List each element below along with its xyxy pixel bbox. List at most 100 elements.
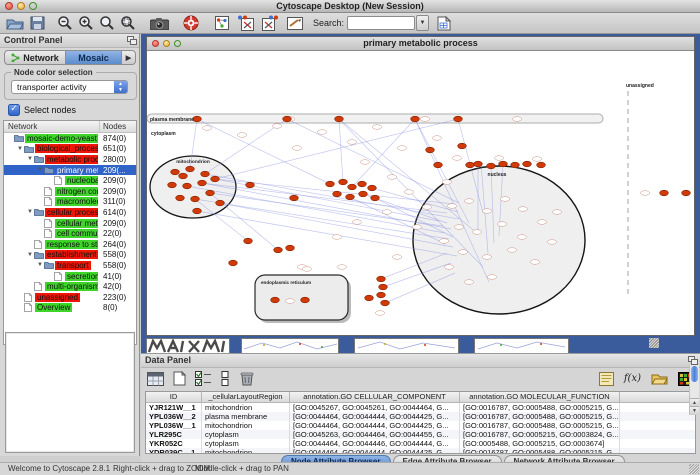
- network-node[interactable]: [365, 295, 374, 301]
- gene-label-node[interactable]: [530, 260, 539, 265]
- network-node[interactable]: [193, 116, 202, 122]
- float-panel-icon[interactable]: [688, 356, 697, 365]
- gene-label-node[interactable]: [507, 248, 516, 253]
- search-dropdown-icon[interactable]: ▼: [416, 15, 429, 31]
- frame-minimize-button[interactable]: [163, 40, 170, 47]
- network-node[interactable]: [274, 247, 283, 253]
- network-node[interactable]: [511, 162, 520, 168]
- search-input[interactable]: [347, 16, 415, 30]
- tree-row-multi-organism-pro[interactable]: multi-organism pro42(0): [4, 281, 136, 292]
- delete-attribute-icon[interactable]: [240, 370, 254, 388]
- zoom-in-icon[interactable]: [78, 14, 94, 32]
- tree-row-transport[interactable]: ▼transport558(0): [4, 260, 136, 271]
- gene-label-node[interactable]: [458, 250, 467, 255]
- network-node[interactable]: [326, 181, 335, 187]
- network-node[interactable]: [411, 116, 420, 122]
- gene-label-node[interactable]: [202, 126, 211, 131]
- gene-label-node[interactable]: [442, 180, 451, 185]
- network-node[interactable]: [286, 245, 295, 251]
- gene-label-node[interactable]: [375, 311, 384, 316]
- tree-row-nucleobase[interactable]: nucleobase-209(0): [4, 175, 136, 186]
- network-node[interactable]: [191, 196, 200, 202]
- expander-icon[interactable]: ▼: [16, 146, 24, 152]
- network-node[interactable]: [358, 181, 367, 187]
- close-button[interactable]: [5, 2, 13, 10]
- network-node[interactable]: [183, 183, 192, 189]
- table-row[interactable]: YPL036W__1mitochondrion[GO:0044464, GO:0…: [146, 421, 695, 430]
- zoom-fit-icon[interactable]: [120, 14, 136, 32]
- tree-row-macromolecule[interactable]: macromolecule311(0): [4, 197, 136, 208]
- save-icon[interactable]: [30, 14, 45, 32]
- gene-label-node[interactable]: [420, 117, 429, 122]
- network-node[interactable]: [523, 161, 532, 167]
- network-node[interactable]: [474, 161, 483, 167]
- column-header[interactable]: ID: [146, 392, 202, 402]
- gene-label-node[interactable]: [497, 222, 506, 227]
- tree-row-cellular-process[interactable]: ▼cellular process614(0): [4, 207, 136, 218]
- network-node[interactable]: [171, 169, 180, 175]
- gene-label-node[interactable]: [337, 265, 346, 270]
- gene-label-node[interactable]: [422, 205, 431, 210]
- vizmapper-icon[interactable]: [287, 14, 303, 32]
- scrollbar-thumb[interactable]: [691, 366, 698, 382]
- network-node[interactable]: [368, 185, 377, 191]
- gene-label-node[interactable]: [292, 146, 301, 151]
- network-node[interactable]: [333, 191, 342, 197]
- network-window-titlebar[interactable]: primary metabolic process: [147, 37, 694, 51]
- network-node[interactable]: [434, 162, 443, 168]
- window-resize-grip[interactable]: [689, 464, 699, 474]
- network-node[interactable]: [290, 195, 299, 201]
- annotation-transfer-left-icon[interactable]: [237, 14, 254, 32]
- attribute-editor-icon[interactable]: [599, 370, 614, 388]
- table-scrollbar[interactable]: ▲ ▼: [689, 365, 699, 415]
- background-window-sliver[interactable]: [474, 338, 569, 353]
- table-row[interactable]: YLR295Ccytoplasm[GO:0045263, GO:0044464,…: [146, 430, 695, 439]
- tree-row-response-to-stimul[interactable]: response to stimul264(0): [4, 239, 136, 250]
- float-panel-icon[interactable]: [127, 36, 136, 45]
- select-nodes-checkbox[interactable]: ✓: [8, 104, 20, 116]
- network-node[interactable]: [301, 297, 310, 303]
- attribute-matrix-icon[interactable]: [147, 370, 164, 388]
- tree-row-secretion[interactable]: secretion41(0): [4, 271, 136, 282]
- network-node[interactable]: [348, 184, 357, 190]
- gene-label-node[interactable]: [332, 235, 341, 240]
- network-node[interactable]: [176, 195, 185, 201]
- network-node[interactable]: [660, 190, 669, 196]
- gene-label-node[interactable]: [447, 204, 456, 209]
- tab-network[interactable]: Network: [4, 50, 66, 65]
- tree-row-establishment-of-lo[interactable]: ▼establishment of lo558(0): [4, 250, 136, 261]
- gene-label-node[interactable]: [302, 267, 311, 272]
- birdseye-view[interactable]: [5, 332, 135, 453]
- gene-label-node[interactable]: [432, 136, 441, 141]
- gene-label-node[interactable]: [387, 175, 396, 180]
- column-header[interactable]: _cellularLayoutRegion: [202, 392, 290, 402]
- snapshot-icon[interactable]: [150, 14, 169, 32]
- gene-label-node[interactable]: [494, 156, 503, 161]
- gene-label-node[interactable]: [372, 125, 381, 130]
- network-node[interactable]: [377, 292, 386, 298]
- gene-label-node[interactable]: [360, 160, 369, 165]
- frame-close-button[interactable]: [152, 40, 159, 47]
- function-builder-icon[interactable]: f(x): [624, 370, 641, 388]
- tree-row-cell-communicat[interactable]: cell communicat22(0): [4, 228, 136, 239]
- network-node[interactable]: [359, 191, 368, 197]
- node-color-dropdown[interactable]: transporter activity ▲▼: [11, 80, 128, 94]
- expander-icon[interactable]: ▼: [36, 262, 44, 268]
- gene-label-node[interactable]: [452, 156, 461, 161]
- network-node[interactable]: [377, 276, 386, 282]
- network-node[interactable]: [335, 116, 344, 122]
- network-node[interactable]: [271, 297, 280, 303]
- zoom-button[interactable]: [29, 2, 37, 10]
- gene-label-node[interactable]: [272, 124, 281, 129]
- gene-label-node[interactable]: [412, 225, 421, 230]
- tree-row-primary-metabo[interactable]: ▼primary metabo209(...: [4, 165, 136, 176]
- gene-label-node[interactable]: [454, 225, 463, 230]
- network-node[interactable]: [682, 190, 691, 196]
- expander-icon[interactable]: ▼: [26, 252, 34, 258]
- scroll-down-icon[interactable]: ▼: [690, 406, 699, 415]
- network-node[interactable]: [201, 171, 210, 177]
- gene-label-node[interactable]: [517, 235, 526, 240]
- background-window-sliver[interactable]: [241, 338, 339, 353]
- help-icon[interactable]: [183, 14, 199, 32]
- minimize-button[interactable]: [17, 2, 25, 10]
